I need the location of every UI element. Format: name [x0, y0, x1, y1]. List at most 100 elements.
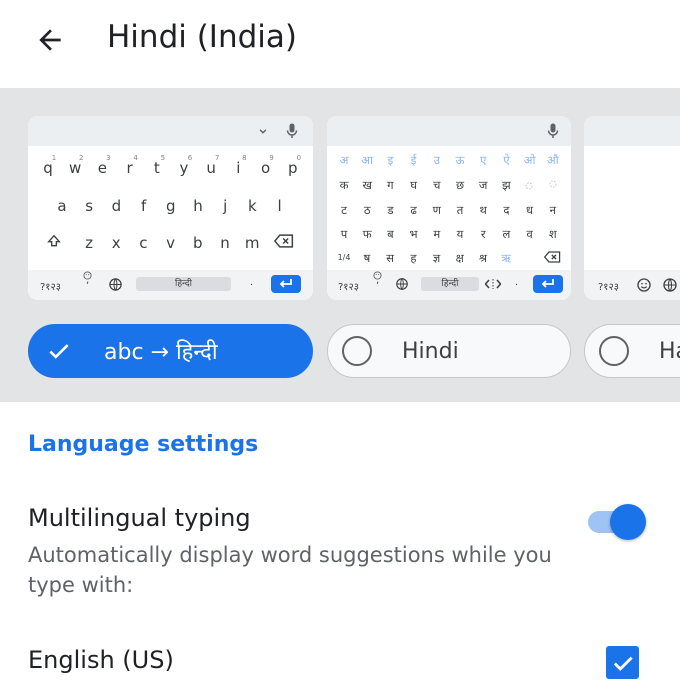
- key-number-hint: 6: [187, 154, 193, 162]
- period-key: .: [515, 277, 519, 288]
- key: s: [85, 197, 94, 215]
- key: क्ष: [455, 251, 464, 265]
- key: d: [111, 197, 122, 215]
- key: न: [549, 203, 556, 217]
- key-number-hint: 5: [160, 154, 166, 162]
- vowel-key: ऊ: [455, 153, 465, 167]
- key: छ: [455, 178, 465, 192]
- enter-key: [533, 275, 563, 293]
- period-key: .: [250, 277, 254, 288]
- key: घ: [410, 178, 417, 192]
- key: ऋ: [501, 251, 512, 265]
- key: r: [126, 159, 133, 177]
- layout-option-label: Hindi: [402, 338, 459, 364]
- key: y: [179, 159, 189, 177]
- page-indicator: 1/4: [337, 253, 351, 262]
- keyboard-bottom-row: ?१२३ , हिन्दी .: [28, 270, 313, 300]
- chevron-down-icon: [256, 124, 270, 138]
- keyboard-bottom-row: ?१२३: [584, 270, 680, 300]
- globe-icon: [662, 277, 678, 293]
- keyboard-preview-qwerty[interactable]: qwer t yu i op 1 2 3 4 5 6 7 8 9 0 asdf gh j k l zxcvbnm ?…: [28, 116, 313, 300]
- check-icon: [613, 656, 633, 671]
- mic-icon: [547, 123, 559, 139]
- shift-icon: [46, 233, 62, 249]
- key: प: [340, 227, 348, 241]
- symbols-key: ?१२३: [40, 282, 61, 293]
- key: म: [433, 227, 441, 241]
- key: k: [248, 197, 257, 215]
- vowel-key: अ: [339, 153, 349, 167]
- key: v: [166, 234, 176, 252]
- key: ह: [410, 251, 417, 265]
- vowel-key: आ: [361, 153, 374, 167]
- key: a: [57, 197, 67, 215]
- key-number-hint: 9: [269, 154, 274, 162]
- key: n: [220, 234, 230, 252]
- matra-hint-icon: [547, 176, 559, 188]
- key: थ: [479, 203, 487, 217]
- enter-icon: [541, 279, 554, 288]
- key: त: [456, 203, 464, 217]
- key: ख: [362, 178, 372, 192]
- vowel-key: ऐ: [503, 153, 510, 167]
- multilingual-typing-title[interactable]: Multilingual typing: [28, 504, 251, 532]
- key: x: [111, 234, 121, 252]
- vowel-key: ई: [410, 153, 417, 167]
- key-number-hint: 3: [106, 154, 111, 162]
- key: ज्ञ: [432, 251, 441, 265]
- layout-carousel[interactable]: qwer t yu i op 1 2 3 4 5 6 7 8 9 0 asdf gh j k l zxcvbnm ?…: [0, 88, 680, 402]
- radio-unselected-icon: [342, 336, 372, 366]
- key: z: [85, 234, 93, 252]
- key: भ: [409, 227, 418, 241]
- multilingual-typing-toggle[interactable]: [588, 503, 646, 541]
- key: m: [244, 234, 260, 252]
- layout-option-third[interactable]: Ha: [584, 324, 680, 378]
- key: f: [140, 197, 147, 215]
- key-number-hint: 8: [242, 154, 247, 162]
- back-button[interactable]: [28, 20, 72, 60]
- key: p: [288, 159, 298, 177]
- key: ट: [341, 203, 347, 217]
- key: o: [261, 159, 271, 177]
- vowel-key: उ: [433, 153, 440, 167]
- comma-key: ,: [376, 275, 380, 286]
- key: ल: [502, 227, 511, 241]
- key: g: [166, 197, 176, 215]
- keyboard-preview-third[interactable]: ?१२३: [584, 116, 680, 300]
- backspace-icon: [274, 234, 294, 248]
- key: b: [193, 234, 203, 252]
- vowel-key: औ: [546, 153, 559, 167]
- key: ठ: [363, 203, 371, 217]
- key: झ: [502, 178, 511, 192]
- key: ण: [432, 203, 441, 217]
- key: फ: [362, 227, 372, 241]
- key: क: [339, 178, 349, 192]
- key: h: [193, 197, 203, 215]
- symbols-key: ?१२३: [338, 282, 359, 293]
- layout-option-abc-hindi[interactable]: abc → हिन्दी: [28, 324, 313, 378]
- mic-icon: [286, 123, 298, 139]
- key: व: [526, 227, 533, 241]
- key: i: [236, 159, 241, 177]
- key: q: [43, 159, 53, 177]
- key: ढ: [410, 203, 417, 217]
- keyboard-preview-hindi[interactable]: अआइ ई उ ऊ ए ऐओऔ कख ग घ चछजझ ट ठ ड ढ ण त थ द ध न पफ ब भ म य र ल व…: [327, 116, 571, 300]
- key: श्र: [478, 251, 488, 265]
- key: श: [548, 227, 557, 241]
- page-title: Hindi (India): [107, 19, 297, 55]
- key: च: [433, 178, 441, 192]
- language-checkbox-english-us[interactable]: [606, 646, 639, 679]
- language-row-english-us[interactable]: English (US): [28, 646, 174, 674]
- keyboard-toolbar: [584, 116, 680, 146]
- backspace-icon: [544, 251, 561, 263]
- vowel-key: ए: [480, 153, 487, 167]
- key: j: [223, 197, 228, 215]
- layout-option-hindi[interactable]: Hindi: [327, 324, 571, 378]
- key: य: [456, 227, 464, 241]
- symbols-key: ?१२३: [598, 282, 619, 293]
- multilingual-typing-subtitle: Automatically display word suggestions w…: [28, 543, 552, 597]
- matra-hint-icon: [523, 178, 535, 190]
- key-number-hint: 1: [51, 154, 57, 162]
- cursor-keys-icon: [485, 278, 501, 290]
- key: द: [503, 203, 510, 217]
